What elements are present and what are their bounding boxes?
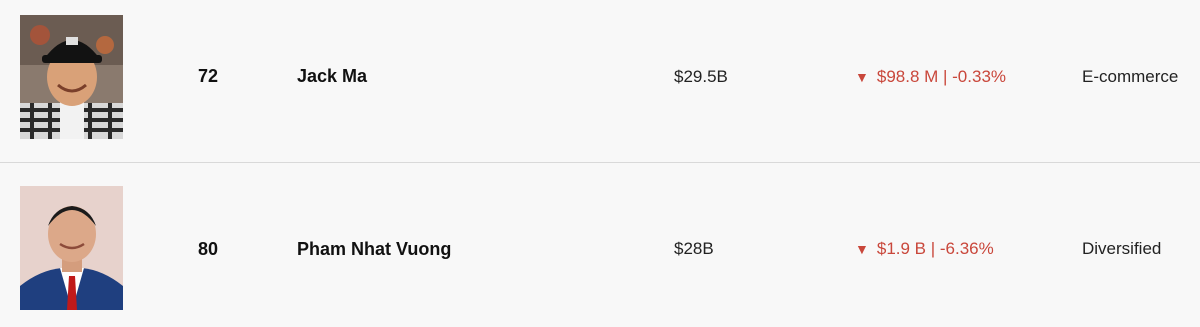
industry: Diversified [1082, 239, 1162, 258]
change-value: $1.9 B | -6.36% [876, 239, 994, 258]
down-triangle-icon: ▼ [855, 241, 869, 257]
avatar [20, 15, 123, 139]
daily-change: ▼ $98.8 M | -0.33% [855, 0, 1006, 153]
person-name[interactable]: Jack Ma [297, 0, 367, 153]
person-photo[interactable] [20, 15, 123, 139]
person-name[interactable]: Pham Nhat Vuong [297, 164, 451, 327]
daily-change: ▼ $1.9 B | -6.36% [855, 164, 994, 327]
billionaires-table: 72 Jack Ma $29.5B ▼ $98.8 M | -0.33% E-c… [0, 0, 1200, 327]
avatar [20, 186, 123, 310]
industry: E-commerce [1082, 66, 1179, 86]
net-worth: $29.5B [674, 66, 728, 86]
person-photo[interactable] [20, 186, 123, 310]
rank: 72 [198, 66, 219, 86]
table-row[interactable]: 80 Pham Nhat Vuong $28B ▼ $1.9 B | -6.36… [0, 164, 1200, 327]
rank: 80 [198, 238, 219, 259]
down-triangle-icon: ▼ [855, 68, 869, 85]
table-row[interactable]: 72 Jack Ma $29.5B ▼ $98.8 M | -0.33% E-c… [0, 0, 1200, 163]
change-value: $98.8 M | -0.33% [876, 66, 1007, 86]
net-worth: $28B [674, 239, 714, 258]
